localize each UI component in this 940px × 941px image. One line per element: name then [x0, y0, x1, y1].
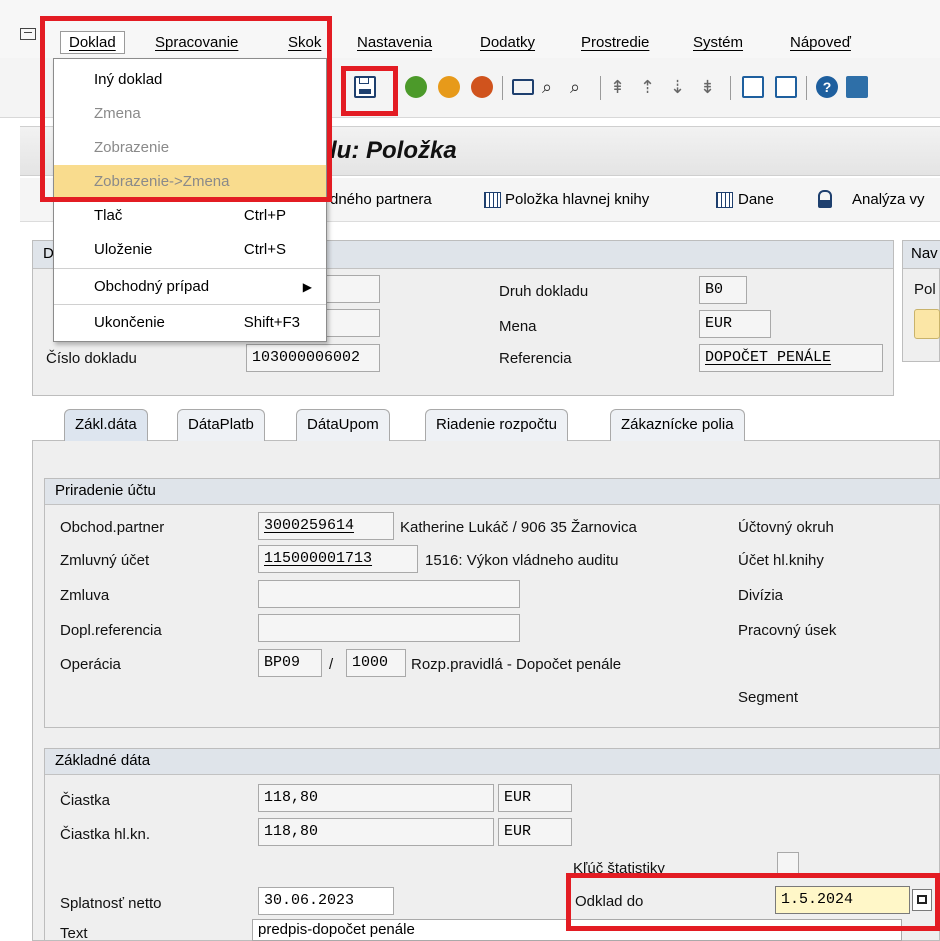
tab-data-upom[interactable]: DátaUpom: [296, 409, 390, 441]
new-session-icon[interactable]: [742, 76, 764, 98]
toolbar-separator: [600, 76, 601, 100]
back-icon[interactable]: [405, 76, 427, 98]
gl-item-button[interactable]: Položka hlavnej knihy: [505, 191, 649, 208]
business-partner-field[interactable]: 3000259614: [258, 512, 394, 540]
help-icon[interactable]: ?: [816, 76, 838, 98]
amount-local-currency-field[interactable]: EUR: [498, 818, 572, 846]
first-page-icon[interactable]: ⇞: [610, 76, 632, 98]
amount-currency-field[interactable]: EUR: [498, 784, 572, 812]
exit-icon[interactable]: [438, 76, 460, 98]
layout-menu-icon[interactable]: [846, 76, 868, 98]
menu-item-obchodny-pripad[interactable]: Obchodný prípad ▶: [54, 270, 326, 304]
company-code-label: Účtovný okruh: [738, 519, 834, 536]
gl-item-icon: [484, 192, 501, 208]
shortcut-icon[interactable]: [775, 76, 797, 98]
net-due-field[interactable]: 30.06.2023: [258, 887, 394, 915]
toolbar-separator: [806, 76, 807, 100]
currency-field[interactable]: EUR: [699, 310, 771, 338]
statistics-key-field[interactable]: [777, 852, 799, 874]
last-page-icon[interactable]: ⇟: [700, 76, 722, 98]
account-assignment-title: Priradenie účtu: [45, 479, 940, 505]
division-label: Divízia: [738, 587, 784, 604]
navigation-group-title: Nav: [903, 241, 940, 269]
business-partner-button[interactable]: dného partnera: [330, 191, 432, 208]
text-label: Text: [60, 925, 88, 941]
contract-account-label: Zmluvný účet: [60, 552, 150, 569]
menu-item-obchodny-pripad-label: Obchodný prípad: [94, 278, 210, 295]
menu-item-ukoncenie-shortcut: Shift+F3: [243, 314, 300, 331]
menu-separator: [54, 304, 326, 305]
navigation-button[interactable]: [914, 309, 940, 339]
page-title: lu: Položka: [330, 137, 457, 164]
next-page-icon[interactable]: ⇣: [670, 76, 692, 98]
menu-prostredie[interactable]: Prostredie: [581, 34, 649, 51]
document-type-label: Druh dokladu: [499, 283, 589, 300]
menu-napoved[interactable]: Nápoveď: [790, 34, 851, 51]
menu-item-tlac-label: Tlač: [94, 207, 123, 224]
operation-label: Operácia: [60, 656, 121, 673]
menu-item-tlac[interactable]: Tlač Ctrl+P: [54, 199, 326, 233]
contract-field[interactable]: [258, 580, 520, 608]
reference-label: Referencia: [499, 350, 572, 367]
cancel-icon[interactable]: [471, 76, 493, 98]
highlight-box-deferral: [566, 873, 940, 931]
toolbar-separator: [730, 76, 731, 100]
contract-label: Zmluva: [60, 587, 110, 604]
gl-account-label: Účet hl.knihy: [738, 552, 824, 569]
business-partner-label: Obchod.partner: [60, 519, 165, 536]
amount-local-field[interactable]: 118,80: [258, 818, 494, 846]
operation-sub-field[interactable]: 1000: [346, 649, 406, 677]
find-icon[interactable]: ⌕: [542, 76, 564, 98]
reference-field[interactable]: DOPOČET PENÁLE: [699, 344, 883, 372]
tab-data-platb[interactable]: DátaPlatb: [177, 409, 265, 441]
amount-label: Čiastka: [60, 792, 111, 809]
business-partner-text: Katherine Lukáč / 906 35 Žarnovica: [400, 519, 637, 536]
net-due-label: Splatnosť netto: [60, 895, 162, 912]
operation-slash: /: [329, 656, 334, 673]
currency-label: Mena: [499, 318, 537, 335]
menu-item-ukoncenie[interactable]: Ukončenie Shift+F3: [54, 306, 326, 340]
analysis-button[interactable]: Analýza vy: [852, 191, 925, 208]
menu-item-ukoncenie-label: Ukončenie: [94, 314, 165, 331]
tab-zakaznicke-polia[interactable]: Zákaznícke polia: [610, 409, 745, 441]
navigation-label: Pol: [914, 281, 936, 298]
amount-local-label: Čiastka hl.kn.: [60, 826, 151, 843]
document-type-field[interactable]: B0: [699, 276, 747, 304]
submenu-arrow-icon: ▶: [302, 280, 312, 294]
operation-text: Rozp.pravidlá - Dopočet penále: [411, 656, 622, 673]
tab-zakl-data[interactable]: Zákl.dáta: [64, 409, 148, 441]
work-area-label: Pracovný úsek: [738, 622, 837, 639]
taxes-button[interactable]: Dane: [738, 191, 774, 208]
highlight-box-save: [341, 66, 398, 116]
menu-nastavenia[interactable]: Nastavenia: [357, 34, 432, 51]
menu-item-ulozenie-label: Uloženie: [94, 241, 153, 258]
menu-separator: [54, 268, 326, 269]
taxes-icon: [716, 192, 733, 208]
lock-icon: [818, 190, 832, 208]
highlight-box-menu: [40, 16, 332, 202]
menu-dodatky[interactable]: Dodatky: [480, 34, 535, 51]
system-menu-icon[interactable]: [20, 28, 36, 40]
menu-system[interactable]: Systém: [693, 34, 743, 51]
contract-account-field[interactable]: 115000001713: [258, 545, 418, 573]
toolbar-separator: [502, 76, 503, 100]
tab-riadenie-rozpoctu[interactable]: Riadenie rozpočtu: [425, 409, 568, 441]
print-icon[interactable]: [512, 79, 534, 95]
menu-item-tlac-shortcut: Ctrl+P: [243, 207, 286, 224]
ext-reference-field[interactable]: [258, 614, 520, 642]
basic-data-title: Základné dáta: [45, 749, 940, 775]
find-next-icon[interactable]: ⌕: [570, 76, 592, 98]
menu-item-ulozenie-shortcut: Ctrl+S: [243, 241, 286, 258]
previous-page-icon[interactable]: ⇡: [640, 76, 662, 98]
contract-account-text: 1516: Výkon vládneho auditu: [425, 552, 619, 569]
segment-label: Segment: [738, 689, 799, 706]
document-number-field[interactable]: 103000006002: [246, 344, 380, 372]
menu-item-ulozenie[interactable]: Uloženie Ctrl+S: [54, 233, 326, 267]
ext-reference-label: Dopl.referencia: [60, 622, 162, 639]
document-number-label: Číslo dokladu: [46, 350, 137, 367]
amount-field[interactable]: 118,80: [258, 784, 494, 812]
operation-main-field[interactable]: BP09: [258, 649, 322, 677]
